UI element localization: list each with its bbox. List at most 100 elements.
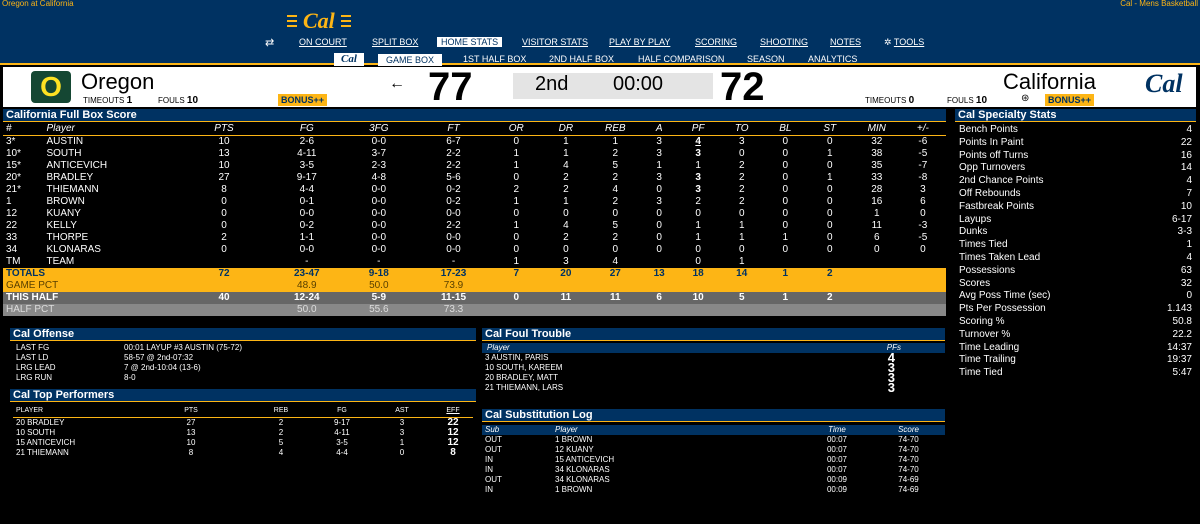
game-pct-row-cell (765, 280, 806, 292)
performer-stat: 12 (447, 436, 459, 448)
stat-cell: 4 (612, 184, 619, 195)
tab-analytics[interactable]: ANALYTICS (808, 54, 857, 64)
specialty-label: Points off Turns (959, 149, 1029, 161)
fouls-table: Player PFs 3 AUSTIN, PARIS 4 10 SOUTH, KAREE… (482, 343, 945, 395)
period: 2nd (535, 73, 569, 95)
stat-cell: 1 (563, 148, 569, 159)
stat-cell: 21* (6, 184, 22, 195)
stat-cell: 2 (563, 184, 569, 195)
stat-cell: 0 (920, 244, 926, 255)
specialty-label: Time Leading (959, 341, 1020, 353)
stat-cell: 3 (738, 136, 745, 147)
sub-cell: 74-70 (898, 435, 919, 444)
box-player-row[interactable]: 10* SOUTH 13 4-11 3-7 2-2 1 1 2 3 3 0 0 1 38 -5 (3, 148, 946, 160)
stat-cell (854, 256, 900, 268)
player-name: ANTICEVICH (46, 160, 108, 171)
box-player-row[interactable]: 21* THIEMANN 8 4-4 0-0 0-2 2 2 4 0 3 2 0 0 28 3 (3, 184, 946, 196)
performer-stat: 13 (186, 427, 196, 437)
box-player-row[interactable]: 33 THORPE 2 1-1 0-0 0-0 0 2 2 0 1 1 1 0 6 -5 (3, 232, 946, 244)
nav-play-by-play[interactable]: PLAY BY PLAY (609, 37, 670, 47)
offense-table: LAST FG 00:01 LAYUP #3 AUSTIN (75-72) LAST… (13, 343, 473, 383)
performers-title: Cal Top Performers (10, 389, 476, 402)
totals-row-cell: 17-23 (440, 268, 467, 279)
game-pct-row-cell (900, 280, 946, 292)
stat-cell: 1 (513, 256, 520, 267)
stat-cell: 1 (873, 208, 880, 219)
sub-row: IN 34 KLONARAS 00:07 74-70 (482, 465, 945, 475)
refresh-icon[interactable]: ⇄ (265, 36, 274, 49)
box-player-row[interactable]: 15* ANTICEVICH 10 3-5 2-3 2-2 1 4 5 1 1 2 0 0 35 -7 (3, 160, 946, 172)
performer-name: 21 THIEMANN (16, 447, 69, 457)
stat-cell: - (451, 256, 456, 267)
totals-row-cell: 27 (609, 268, 621, 279)
performer-stat: 12 (447, 426, 459, 438)
nav-tools[interactable]: ✲ TOOLS (884, 37, 924, 48)
cal-logo[interactable]: Cal (287, 10, 351, 32)
stat-cell: -7 (918, 160, 928, 171)
nav-on-court[interactable]: ON COURT (299, 37, 347, 47)
sub-row: IN 1 BROWN 00:09 74-69 (482, 485, 945, 495)
game-pct-row-cell (854, 280, 900, 292)
box-header-cell: FT (447, 123, 460, 134)
stat-cell: 1 (656, 160, 662, 171)
stat-cell: 11 (871, 220, 882, 231)
box-player-row[interactable]: 3* AUSTIN 10 2-6 0-0 6-7 0 1 1 3 4 3 0 0 32 -6 (3, 136, 946, 149)
player-name: AUSTIN (46, 136, 84, 147)
this-half-row-label: THIS HALF (6, 292, 59, 303)
box-header-cell: BL (779, 123, 792, 134)
nav-split-box[interactable]: SPLIT BOX (372, 37, 418, 47)
tab-1st-half-box[interactable]: 1ST HALF BOX (463, 54, 526, 64)
stat-cell: 0 (920, 208, 926, 219)
box-player-row[interactable]: TM TEAM - - - 1 3 4 0 1 (3, 256, 946, 268)
stat-cell: 6 (920, 196, 926, 207)
specialty-row: Time Leading 14:37 (955, 342, 1196, 355)
performers-header-cell: FG (337, 406, 347, 414)
specialty-row: Turnover % 22.2 (955, 329, 1196, 342)
stat-cell: 4 (612, 256, 619, 267)
gear-icon: ✲ (884, 37, 894, 47)
stat-cell: 0 (513, 172, 520, 183)
specialty-value: 1.143 (1166, 303, 1192, 315)
player-name: KELLY (46, 220, 77, 231)
nav-notes[interactable]: NOTES (830, 37, 861, 47)
stat-cell: 1 (738, 256, 745, 267)
specialty-label: Pts Per Possession (959, 303, 1046, 315)
game-clock: 00:00 (613, 73, 664, 95)
stat-cell: 0 (695, 244, 701, 255)
specialty-value: 7 (1186, 187, 1192, 199)
sub-cell: IN (485, 465, 493, 474)
tab-2nd-half-box[interactable]: 2ND HALF BOX (549, 54, 614, 64)
box-player-row[interactable]: 1 BROWN 0 0-1 0-0 0-2 1 1 2 3 2 2 0 0 16 6 (3, 196, 946, 208)
box-player-row[interactable]: 22 KELLY 0 0-2 0-0 2-2 1 4 5 0 1 1 0 0 11 -3 (3, 220, 946, 232)
foul-count: 3 (887, 380, 895, 395)
stat-cell: 3 (695, 184, 701, 195)
box-player-row[interactable]: 34 KLONARAS 0 0-0 0-0 0-0 0 0 0 0 0 0 0 0 0 0 (3, 244, 946, 256)
tab-half-comparison[interactable]: HALF COMPARISON (638, 54, 724, 64)
box-header-cell: DR (558, 123, 574, 134)
sub-cell: 00:09 (826, 475, 848, 484)
specialty-label: Turnover % (959, 328, 1011, 340)
nav-scoring[interactable]: SCORING (695, 37, 737, 47)
player-name: KUANY (46, 208, 81, 219)
stat-cell: 2 (695, 196, 701, 207)
nav-home-stats[interactable]: HOME STATS (437, 37, 503, 47)
box-player-row[interactable]: 20* BRADLEY 27 9-17 4-8 5-6 0 2 2 3 3 2 0 1 33 -8 (3, 172, 946, 184)
box-header-cell: MIN (867, 123, 886, 134)
box-player-row[interactable]: 12 KUANY 0 0-0 0-0 0-0 0 0 0 0 0 0 0 0 1 0 (3, 208, 946, 220)
stat-cell: 5-6 (446, 172, 461, 183)
game-pct-row-cell (806, 280, 854, 292)
this-half-row-cell: 40 (218, 292, 230, 303)
stat-cell: 0 (221, 196, 227, 207)
nav-visitor-stats[interactable]: VISITOR STATS (522, 37, 588, 47)
nav-shooting[interactable]: SHOOTING (760, 37, 808, 47)
visitor-name: Oregon (81, 69, 155, 94)
stat-cell: 1 (695, 160, 701, 171)
stat-cell (176, 256, 272, 268)
stat-cell: 0 (513, 244, 520, 255)
game-pct-row: GAME PCT 48.9 50.0 73.9 (3, 280, 946, 292)
stat-cell: 2 (738, 184, 745, 195)
tab-season[interactable]: SEASON (747, 54, 785, 64)
stat-cell: 10 (218, 160, 230, 171)
stat-cell (806, 256, 854, 268)
stat-cell: 0 (221, 208, 227, 219)
